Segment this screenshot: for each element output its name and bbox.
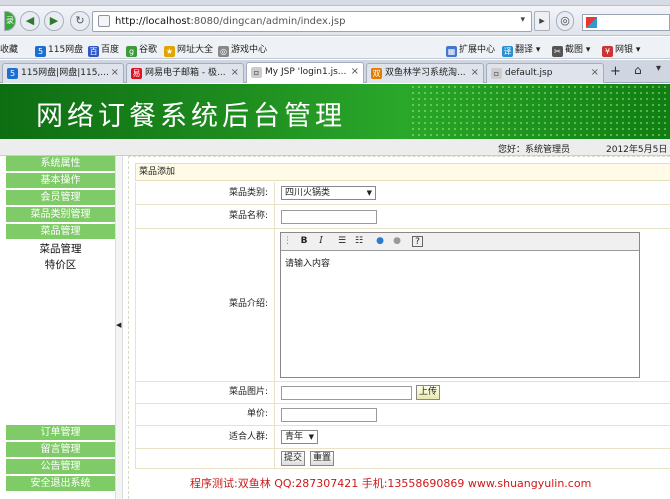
site-banner: 网络订餐系统后台管理 (0, 84, 670, 139)
home-icon[interactable]: ⌂ (634, 63, 642, 77)
bookmark-games[interactable]: ◎ 游戏中心 (218, 42, 267, 57)
submit-button[interactable]: 提交 (281, 451, 305, 466)
sidebar-item-members[interactable]: 会员管理 (6, 190, 115, 206)
sidebar-subitem-dish-management[interactable]: 菜品管理 (6, 241, 115, 257)
banner-decoration (410, 84, 670, 139)
form-row-image: 菜品图片: 上传 (135, 382, 670, 404)
form-row-category: 菜品类别: 四川火锅类 ▼ (135, 182, 670, 205)
bank-menu[interactable]: ¥ 网银 ▾ (602, 42, 640, 57)
close-icon[interactable]: × (591, 64, 599, 82)
screenshot-menu[interactable]: ✂ 截图 ▾ (552, 42, 590, 57)
current-date: 2012年5月5日 2 (606, 145, 670, 155)
category-label: 菜品类别: (136, 182, 275, 204)
sidebar-item-dish-categories[interactable]: 菜品类别管理 (6, 207, 115, 223)
section-title: 菜品添加 (135, 163, 670, 181)
actions-label-cell (136, 449, 275, 468)
new-tab-icon[interactable]: + (610, 64, 621, 79)
shield-icon[interactable]: ◎ (556, 11, 574, 31)
unlink-icon[interactable]: ● (390, 235, 404, 248)
close-icon[interactable]: × (111, 64, 119, 82)
sidebar-item-messages[interactable]: 留言管理 (6, 442, 115, 458)
collapse-arrow-icon[interactable]: ◀ (116, 321, 121, 329)
footer-credits: 程序测试:双鱼林 QQ:287307421 手机:13558690869 www… (190, 477, 592, 490)
search-engine-icon (586, 17, 597, 28)
bookmark-site-nav[interactable]: ★ 网址大全 (164, 42, 213, 57)
sidebar-item-announcements[interactable]: 公告管理 (6, 459, 115, 475)
page-icon (98, 15, 110, 27)
tab-bar: 5 115网盘|网盘|115,... × 易网易电子邮箱 - 极... × ▫ My J… (0, 60, 670, 83)
tab-shuangyulin[interactable]: 双双鱼林学习系统淘... × (366, 63, 484, 83)
sidebar-item-system-attributes[interactable]: 系统属性 (6, 156, 115, 172)
sidebar-item-logout[interactable]: 安全退出系统 (6, 476, 115, 492)
tab-163-mail[interactable]: 易网易电子邮箱 - 极... × (126, 63, 244, 83)
form-row-price: 单价: (135, 404, 670, 426)
search-box[interactable] (582, 14, 670, 31)
login-side-icon[interactable]: 录 (4, 11, 16, 31)
reload-icon[interactable]: ↻ (70, 11, 90, 31)
link-icon[interactable]: ● (373, 235, 387, 248)
image-path-input[interactable] (281, 386, 412, 400)
chevron-down-icon: ▼ (366, 189, 372, 197)
close-icon[interactable]: × (351, 63, 359, 81)
bookmark-115[interactable]: 5 115网盘 (35, 42, 83, 57)
bookmark-google[interactable]: g 谷歌 (126, 42, 157, 57)
audience-select[interactable]: 青年 ▼ (281, 430, 318, 444)
sidebar-item-orders[interactable]: 订单管理 (6, 425, 115, 441)
reset-button[interactable]: 重置 (310, 451, 334, 466)
audience-label: 适合人群: (136, 426, 275, 448)
page-title: 网络订餐系统后台管理 (36, 101, 346, 132)
form-row-audience: 适合人群: 青年 ▼ (135, 426, 670, 449)
sidebar: 系统属性 基本操作 会员管理 菜品类别管理 菜品管理 菜品管理 特价区 订单管理… (6, 156, 115, 499)
editor-content[interactable]: 请输入内容 (285, 256, 330, 269)
name-input[interactable] (281, 210, 377, 224)
toolbar-grip-icon: ⋮ (283, 236, 292, 246)
price-label: 单价: (136, 404, 275, 425)
dropdown-icon[interactable]: ▾ (520, 15, 525, 25)
greeting-text: 您好：系统管理员 (498, 145, 571, 155)
translate-menu[interactable]: 译翻译 ▾ (502, 42, 540, 57)
navigation-bar: 录 ◀ ▶ ↻ http://localhost:8080/dingcan/ad… (0, 6, 670, 36)
address-text: http://localhost:8080/dingcan/admin/inde… (115, 16, 346, 27)
intro-label: 菜品介绍: (136, 229, 275, 381)
rich-text-editor[interactable]: ⋮ B I ☰ ☷ ● ● ? 请输入内容 (280, 232, 640, 378)
price-input[interactable] (281, 408, 377, 422)
bookmarks-bar: 收藏 5 115网盘 百百度 g 谷歌 ★ 网址大全 ◎ 游戏中心 ▦ 扩展中心 译翻译 … (0, 37, 670, 59)
tab-115[interactable]: 5 115网盘|网盘|115,... × (2, 63, 124, 83)
bookmark-favorites[interactable]: 收藏 (0, 42, 18, 55)
form-row-actions: 提交 重置 (135, 449, 670, 469)
go-icon[interactable]: ▸ (534, 11, 550, 31)
upload-button[interactable]: 上传 (416, 385, 440, 400)
bookmark-baidu[interactable]: 百百度 (88, 42, 119, 57)
close-icon[interactable]: × (231, 64, 239, 82)
main-content: 菜品添加 菜品类别: 四川火锅类 ▼ 菜品名称: 菜品介绍: ⋮ B I ☰ ☷ … (128, 156, 670, 499)
italic-icon[interactable]: I (314, 235, 328, 248)
name-label: 菜品名称: (136, 205, 275, 228)
unordered-list-icon[interactable]: ☷ (352, 235, 366, 248)
sidebar-subitem-specials[interactable]: 特价区 (6, 257, 115, 273)
back-icon[interactable]: ◀ (20, 11, 40, 31)
close-icon[interactable]: × (471, 64, 479, 82)
ordered-list-icon[interactable]: ☰ (335, 235, 349, 248)
image-label: 菜品图片: (136, 382, 275, 403)
forward-icon[interactable]: ▶ (44, 11, 64, 31)
address-bar[interactable]: http://localhost:8080/dingcan/admin/inde… (92, 11, 532, 32)
tab-login-jsp[interactable]: ▫ My JSP 'login1.js... × (246, 62, 364, 83)
sidebar-item-dishes[interactable]: 菜品管理 (6, 224, 115, 240)
chevron-down-icon: ▼ (308, 433, 314, 441)
tab-default-jsp[interactable]: ▫ default.jsp × (486, 63, 604, 83)
tab-list-icon[interactable]: ▾ (656, 63, 661, 74)
form-row-name: 菜品名称: (135, 205, 670, 229)
sidebar-item-basic-operations[interactable]: 基本操作 (6, 173, 115, 189)
extensions-menu[interactable]: ▦ 扩展中心 (446, 42, 495, 57)
user-status-bar: 您好：系统管理员 2012年5月5日 2 (0, 139, 670, 156)
help-icon[interactable]: ? (412, 236, 423, 247)
editor-toolbar: ⋮ B I ☰ ☷ ● ● ? (281, 233, 639, 251)
category-select[interactable]: 四川火锅类 ▼ (281, 186, 376, 200)
bold-icon[interactable]: B (297, 235, 311, 248)
